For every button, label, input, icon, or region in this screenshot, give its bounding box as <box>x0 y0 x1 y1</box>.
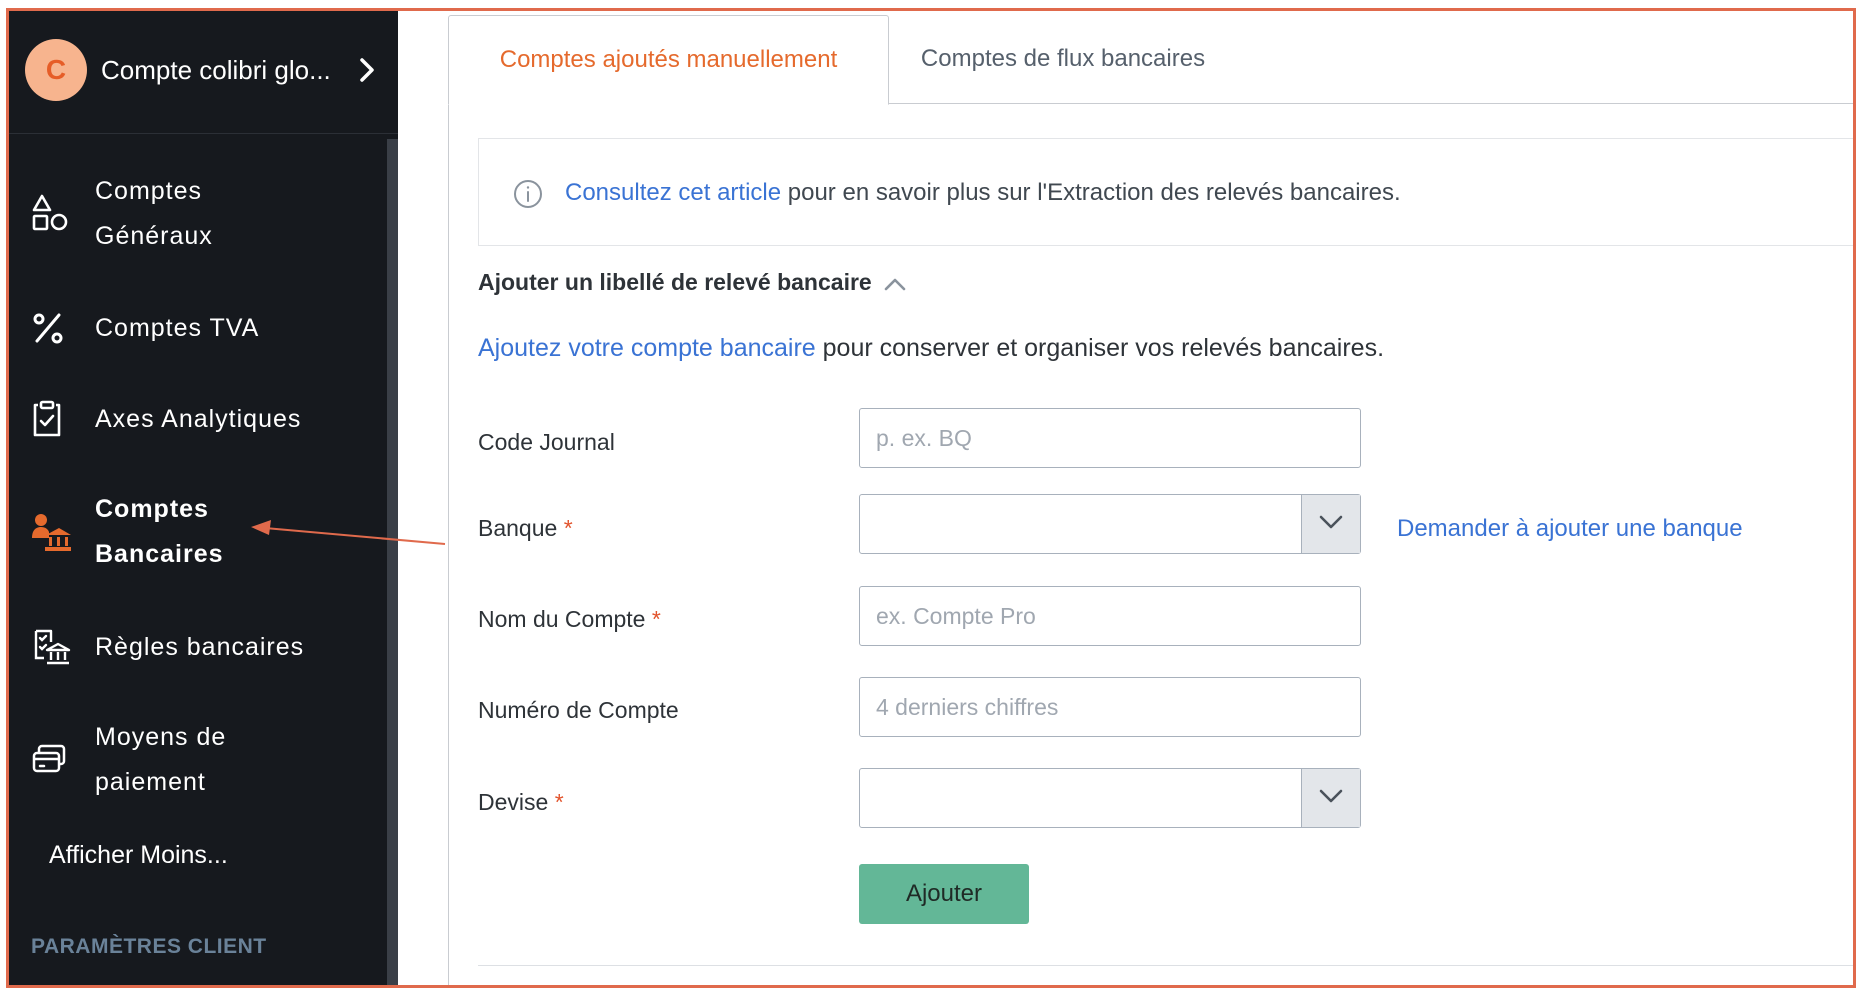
sidebar-item-label: paiement <box>95 768 206 796</box>
account-switcher[interactable]: C Compte colibri glo... <box>9 11 398 134</box>
info-icon <box>513 179 543 216</box>
sidebar-item-label: Axes Analytiques <box>95 405 302 433</box>
currency-select[interactable] <box>859 768 1361 828</box>
bank-label-text: Banque <box>478 515 558 541</box>
account-number-input[interactable] <box>859 677 1361 737</box>
request-add-bank-link[interactable]: Demander à ajouter une banque <box>1397 515 1743 543</box>
chevron-right-icon <box>359 57 375 88</box>
chevron-down-icon <box>1319 515 1343 534</box>
currency-label: Devise * <box>478 789 564 816</box>
code-journal-input[interactable] <box>859 408 1361 468</box>
info-banner: Consultez cet article pour en savoir plu… <box>478 138 1853 246</box>
required-marker: * <box>563 515 573 541</box>
clipboard-check-icon <box>31 400 63 453</box>
add-bank-account-link[interactable]: Ajoutez votre compte bancaire <box>478 334 816 362</box>
sidebar-item-comptes-bancaires[interactable]: Comptes Bancaires <box>9 487 379 577</box>
sidebar-item-label: Comptes <box>95 177 203 205</box>
add-bank-statement-label-toggle[interactable]: Ajouter un libellé de relevé bancaire <box>478 269 906 297</box>
currency-label-text: Devise <box>478 789 549 815</box>
code-journal-label: Code Journal <box>478 429 615 456</box>
section-toggle-label: Ajouter un libellé de relevé bancaire <box>478 269 872 295</box>
code-journal-label-text: Code Journal <box>478 429 615 455</box>
sidebar-item-label: Bancaires <box>95 540 224 568</box>
bank-select-toggle[interactable] <box>1301 495 1360 553</box>
sidebar-item-label: Comptes <box>95 495 209 523</box>
sidebar-item-regles-bancaires[interactable]: Règles bancaires <box>9 625 379 670</box>
chevron-down-icon <box>1319 789 1343 808</box>
account-number-label: Numéro de Compte <box>478 697 679 724</box>
tab-manual-accounts[interactable]: Comptes ajoutés manuellement <box>448 15 889 105</box>
account-number-label-text: Numéro de Compte <box>478 697 679 723</box>
show-less-link[interactable]: Afficher Moins... <box>49 841 228 870</box>
required-marker: * <box>651 606 661 632</box>
bank-users-icon <box>31 512 71 567</box>
sidebar-item-axes-analytiques[interactable]: Axes Analytiques <box>9 397 379 442</box>
sidebar-item-label: Généraux <box>95 222 213 250</box>
bank-rules-icon <box>31 628 71 681</box>
percent-icon <box>31 310 65 361</box>
main-content: Comptes ajoutés manuellement Comptes de … <box>398 11 1853 985</box>
sidebar-item-comptes-tva[interactable]: Comptes TVA <box>9 306 379 351</box>
account-name-label-text: Nom du Compte <box>478 606 646 632</box>
sidebar-item-label: Règles bancaires <box>95 633 305 661</box>
account-name: Compte colibri glo... <box>101 55 331 85</box>
section-title-client-settings: PARAMÈTRES CLIENT <box>31 935 267 958</box>
form-divider <box>478 965 1853 966</box>
screenshot-frame: C Compte colibri glo... Comptes Généraux <box>6 8 1856 988</box>
sidebar: C Compte colibri glo... Comptes Généraux <box>9 11 399 985</box>
tab-bank-feed-accounts[interactable]: Comptes de flux bancaires <box>898 15 1228 103</box>
required-marker: * <box>554 789 564 815</box>
article-link[interactable]: Consultez cet article <box>565 179 781 206</box>
add-button[interactable]: Ajouter <box>859 864 1029 924</box>
bank-label: Banque * <box>478 515 573 542</box>
shapes-icon <box>31 193 69 248</box>
avatar: C <box>25 39 87 101</box>
sidebar-item-moyens-de-paiement[interactable]: Moyens de paiement <box>9 715 379 805</box>
info-text: pour en savoir plus sur l'Extraction des… <box>781 179 1401 206</box>
chevron-up-icon <box>884 270 906 297</box>
bank-select[interactable] <box>859 494 1361 554</box>
sidebar-item-label: Comptes TVA <box>95 314 260 342</box>
intro-description: pour conserver et organiser vos relevés … <box>815 334 1385 362</box>
sidebar-item-label: Moyens de <box>95 723 227 751</box>
currency-select-toggle[interactable] <box>1301 769 1360 827</box>
intro-text: Ajoutez votre compte bancaire pour conse… <box>478 334 1384 363</box>
sidebar-item-comptes-generaux[interactable]: Comptes Généraux <box>9 169 379 259</box>
account-name-input[interactable] <box>859 586 1361 646</box>
payment-cards-icon <box>31 743 67 790</box>
account-name-label: Nom du Compte * <box>478 606 661 633</box>
